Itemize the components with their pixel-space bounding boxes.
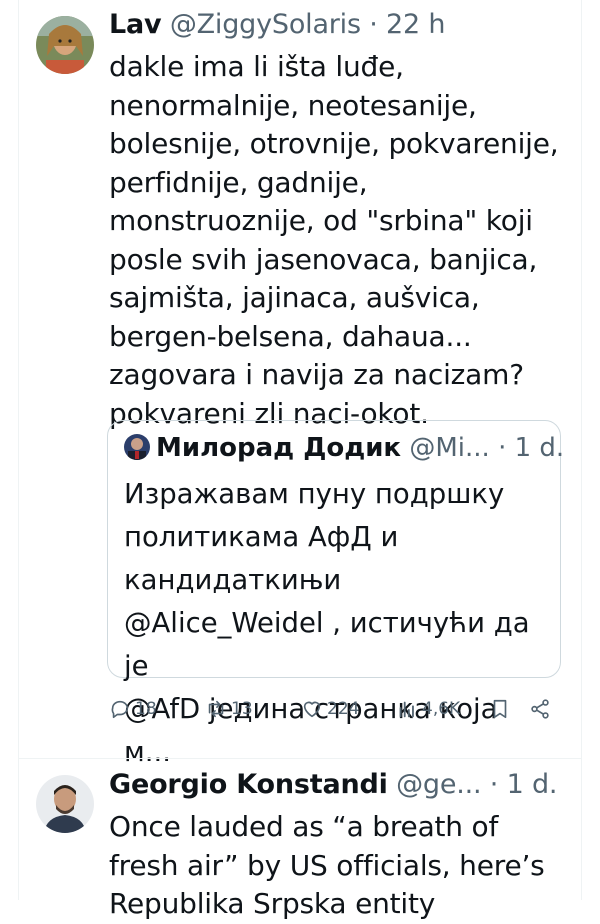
heart-icon bbox=[303, 701, 321, 718]
quoted-author-handle: @Mi... bbox=[409, 433, 490, 463]
separator-dot: · bbox=[369, 9, 378, 40]
avatar-image-icon bbox=[36, 16, 94, 74]
author-handle[interactable]: @ge... bbox=[396, 769, 482, 800]
tweet-actions: 18 13 224 4,6K bbox=[109, 698, 564, 734]
timestamp[interactable]: 22 h bbox=[386, 9, 445, 40]
bookmark-icon bbox=[493, 699, 507, 719]
tweet-text: dakle ima li išta luđe, nenormalnije, ne… bbox=[109, 50, 559, 430]
tweet[interactable]: Lav @ZiggySolaris · 22 h dakle ima li iš… bbox=[36, 0, 564, 768]
quoted-author-name: Милорад Додик bbox=[156, 433, 402, 463]
separator-dot: · bbox=[498, 433, 507, 463]
bookmark-button[interactable] bbox=[489, 698, 515, 720]
avatar[interactable] bbox=[36, 16, 94, 74]
like-count: 224 bbox=[327, 699, 360, 719]
reply-count: 18 bbox=[135, 699, 157, 719]
views-button[interactable]: 4,6K bbox=[396, 698, 460, 720]
avatar[interactable] bbox=[36, 775, 94, 833]
quoted-timestamp: 1 d. bbox=[514, 433, 565, 463]
reply-button[interactable]: 18 bbox=[109, 698, 157, 720]
tweet-header: Georgio Konstandi @ge... · 1 d. bbox=[109, 768, 564, 802]
retweet-count: 13 bbox=[231, 699, 253, 719]
retweet-button[interactable]: 13 bbox=[205, 698, 253, 720]
quoted-tweet-header: Милорад Додик @Mi... · 1 d. bbox=[124, 433, 564, 463]
share-button[interactable] bbox=[529, 698, 555, 720]
analytics-icon bbox=[399, 701, 414, 718]
quoted-avatar-image-icon bbox=[124, 434, 150, 460]
quoted-tweet[interactable]: Милорад Додик @Mi... · 1 d. Изражавам пу… bbox=[107, 420, 564, 768]
tweet-header: Lav @ZiggySolaris · 22 h bbox=[109, 8, 564, 42]
tweet-text: Once lauded as “a breath of fresh air” b… bbox=[109, 810, 545, 920]
view-count: 4,6K bbox=[422, 699, 461, 719]
reply-icon bbox=[111, 700, 129, 719]
timestamp[interactable]: 1 d. bbox=[507, 769, 558, 800]
like-button[interactable]: 224 bbox=[301, 698, 359, 720]
share-icon bbox=[531, 699, 549, 719]
quoted-avatar bbox=[124, 434, 150, 460]
author-name[interactable]: Georgio Konstandi bbox=[109, 769, 388, 800]
separator-dot: · bbox=[489, 769, 499, 800]
avatar-image-icon bbox=[36, 775, 94, 833]
retweet-icon bbox=[208, 700, 224, 718]
tweet-divider bbox=[18, 758, 582, 759]
author-name[interactable]: Lav bbox=[109, 9, 162, 40]
tweet[interactable]: Georgio Konstandi @ge... · 1 d. Once lau… bbox=[36, 760, 564, 920]
author-handle[interactable]: @ZiggySolaris bbox=[170, 9, 361, 40]
